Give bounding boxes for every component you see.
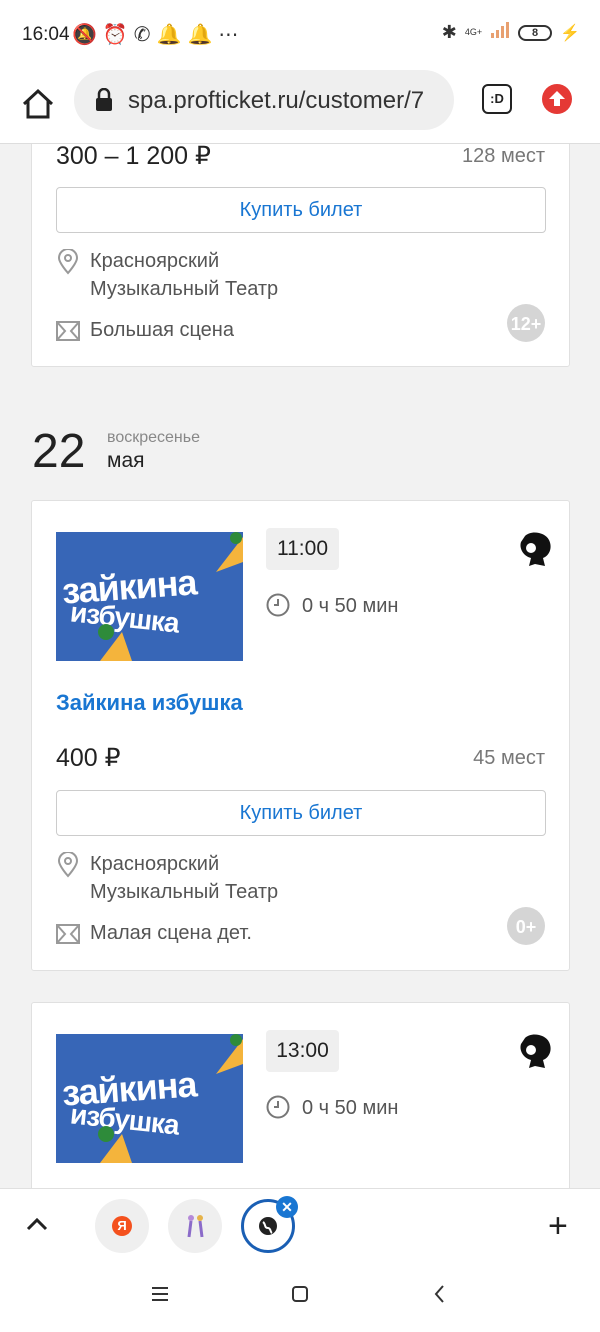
lock-icon (96, 88, 112, 111)
stage-icon (56, 924, 80, 944)
event-card: 300 – 1 200 ₽ 128 мест Купить билет Крас… (31, 144, 570, 367)
stage-icon (56, 321, 80, 341)
age-rating-badge: 0+ (507, 907, 545, 945)
price: 300 – 1 200 ₽ (56, 144, 211, 170)
yandex-icon: Я (112, 1216, 132, 1236)
page-content: 300 – 1 200 ₽ 128 мест Купить билет Крас… (0, 144, 600, 1188)
back-icon[interactable] (428, 1282, 452, 1306)
status-right: ✱ 4G+ 8 ⚡ (442, 22, 580, 43)
carrot-icon (216, 1034, 243, 1074)
location-icon (57, 852, 79, 878)
venue-line1: Красноярский (90, 250, 220, 272)
clock-icon (266, 1095, 290, 1119)
event-card[interactable]: зайкина избушка 13:00 0 ч 50 мин (31, 1002, 570, 1188)
duration: 0 ч 50 мин (302, 595, 399, 617)
url-text: spa.profticket.ru/customer/7 (128, 87, 425, 114)
location-icon (57, 249, 79, 275)
session-time[interactable]: 13:00 (266, 1030, 339, 1072)
signal-icon (490, 22, 510, 43)
duration: 0 ч 50 мин (302, 1097, 399, 1119)
arrow-up-icon (549, 91, 565, 106)
system-nav-bar (0, 1260, 600, 1332)
battery-indicator: 8 (518, 24, 553, 41)
venue-line2: Музыкальный Театр (90, 881, 279, 903)
event-card[interactable]: зайкина избушка 11:00 0 ч 50 мин Зайкина… (31, 500, 570, 971)
carrot-icon (98, 1126, 132, 1163)
home-nav-icon[interactable] (288, 1282, 312, 1306)
theater-logo-icon (520, 1034, 551, 1068)
home-button[interactable] (18, 84, 58, 124)
seats-count: 45 мест (473, 747, 545, 769)
age-rating: 0+ (516, 917, 537, 937)
chevron-up-icon[interactable] (24, 1211, 50, 1237)
event-title[interactable]: Зайкина избушка (56, 690, 243, 716)
venue-name: Красноярский Музыкальный Театр (90, 850, 278, 906)
new-tab-button[interactable]: + (548, 1207, 568, 1246)
notification-icons: 🔕⏰✆🔔🔔⋯ (72, 24, 245, 46)
session-time[interactable]: 11:00 (266, 528, 339, 570)
event-poster[interactable]: зайкина избушка (56, 1034, 243, 1163)
network-indicator: 4G+ (464, 27, 483, 37)
date-weekday: воскресенье (107, 429, 200, 446)
browser-toolbar: spa.profticket.ru/customer/7 :D (0, 70, 600, 144)
status-time: 16:04 (22, 24, 70, 45)
venue-line1: Красноярский (90, 853, 220, 875)
charging-icon: ⚡ (560, 24, 580, 42)
event-poster[interactable]: зайкина избушка (56, 532, 243, 661)
close-tab-button[interactable]: ✕ (276, 1196, 298, 1218)
bluetooth-icon: ✱ (441, 22, 457, 42)
stage-name: Малая сцена дет. (90, 922, 252, 944)
seats-count: 128 мест (462, 145, 545, 167)
globe-icon (259, 1217, 277, 1235)
buy-ticket-button[interactable]: Купить билет (56, 187, 546, 233)
address-bar[interactable]: spa.profticket.ru/customer/7 (74, 70, 454, 130)
theater-logo-icon (520, 532, 551, 566)
age-rating: 12+ (511, 314, 542, 334)
venue-line2: Музыкальный Театр (90, 278, 279, 300)
status-bar: 16:04 🔕⏰✆🔔🔔⋯ ✱ 4G+ 8 ⚡ (0, 0, 600, 70)
menu-icon[interactable] (148, 1282, 172, 1306)
date-day: 22 (32, 425, 86, 478)
home-icon (22, 88, 54, 119)
carrot-icon (98, 624, 132, 661)
buy-ticket-button[interactable]: Купить билет (56, 790, 546, 836)
venue-name: Красноярский Музыкальный Театр (90, 247, 278, 303)
carrot-icon (216, 532, 243, 572)
dancers-icon (187, 1215, 204, 1238)
tab-active[interactable]: ✕ (241, 1196, 298, 1253)
clock-icon (266, 593, 290, 617)
date-month: мая (107, 449, 145, 472)
stage-name: Большая сцена (90, 319, 234, 341)
browser-tab-strip: Я ✕ + (0, 1188, 600, 1260)
age-rating-badge: 12+ (507, 304, 545, 342)
tab-dance[interactable] (168, 1199, 222, 1253)
upload-button[interactable] (542, 84, 572, 114)
tab-yandex[interactable]: Я (95, 1199, 149, 1253)
tabs-button[interactable]: :D (482, 84, 512, 114)
price: 400 ₽ (56, 744, 121, 772)
